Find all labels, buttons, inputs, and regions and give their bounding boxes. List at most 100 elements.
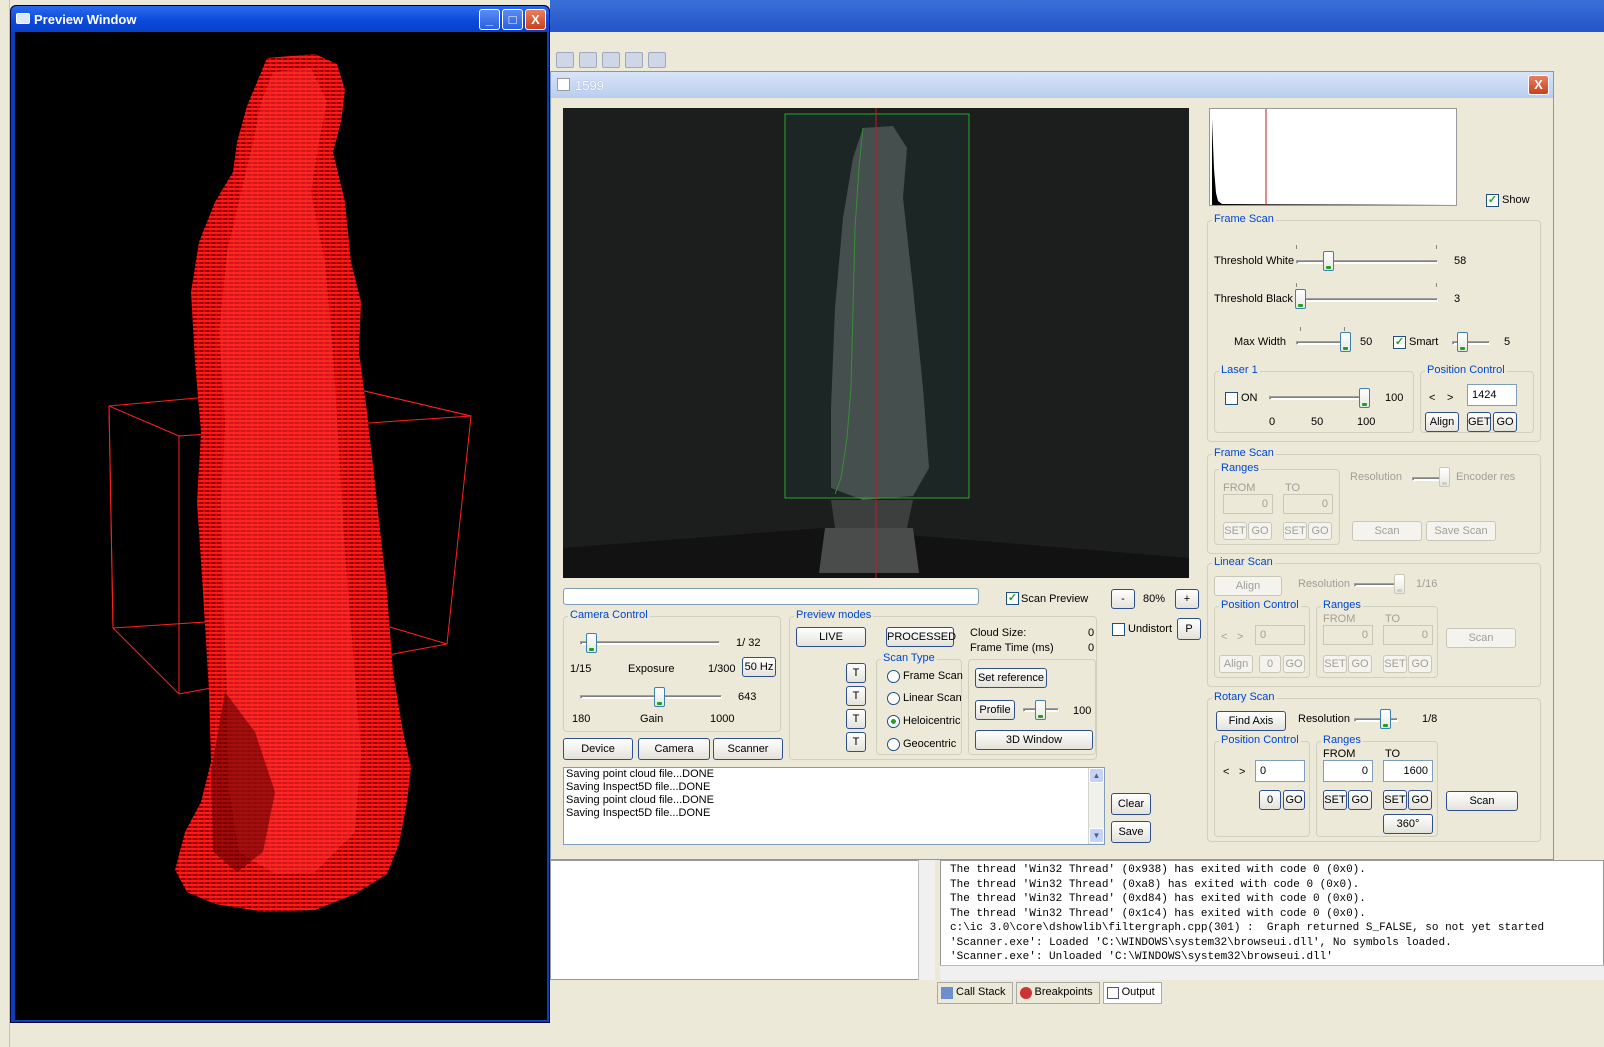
t-button[interactable]: T	[846, 709, 866, 729]
linear-scan-radio[interactable]	[887, 692, 900, 705]
linear-position-input[interactable]	[1255, 625, 1305, 645]
align-button[interactable]: Align	[1425, 412, 1459, 432]
device-button[interactable]: Device	[563, 738, 633, 760]
rotary-pos-go-button[interactable]: GO	[1283, 790, 1305, 810]
to-set-button[interactable]: SET	[1283, 522, 1307, 540]
frame-scan-radio[interactable]	[887, 670, 900, 683]
show-checkbox[interactable]: ✓	[1486, 194, 1499, 207]
linear-from-set-button[interactable]: SET	[1323, 655, 1347, 673]
rotary-to-input[interactable]	[1383, 760, 1433, 782]
processed-button[interactable]: PROCESSED	[886, 627, 956, 647]
save-button[interactable]: Save	[1111, 821, 1151, 843]
linear-to-input[interactable]	[1383, 625, 1433, 645]
rotary-prev[interactable]: <	[1223, 766, 1229, 778]
tab-call-stack[interactable]: Call Stack	[937, 982, 1013, 1004]
position-prev[interactable]: <	[1429, 392, 1435, 404]
clear-button[interactable]: Clear	[1111, 793, 1151, 815]
threshold-black-slider[interactable]	[1295, 289, 1306, 309]
log-area[interactable]: Saving point cloud file...DONE Saving In…	[563, 767, 1105, 845]
resolution-slider[interactable]	[1439, 467, 1450, 487]
linear-pos-go-button[interactable]: GO	[1283, 655, 1305, 673]
toolbar-icon[interactable]	[648, 52, 666, 68]
rotary-pos-zero-button[interactable]: 0	[1259, 790, 1281, 810]
linear-next[interactable]: >	[1237, 631, 1243, 643]
toolbar-icon[interactable]	[602, 52, 620, 68]
camera-view[interactable]	[563, 108, 1189, 578]
rotary-from-set-button[interactable]: SET	[1323, 790, 1347, 810]
scan-preview-checkbox[interactable]: ✓	[1006, 592, 1019, 605]
camera-button[interactable]: Camera	[638, 738, 710, 760]
linear-resolution-slider[interactable]	[1394, 574, 1405, 594]
point-cloud-view[interactable]	[15, 32, 547, 1020]
to-input[interactable]	[1283, 494, 1333, 514]
rotary-to-set-button[interactable]: SET	[1383, 790, 1407, 810]
smart-slider[interactable]	[1457, 332, 1468, 352]
minimize-button[interactable]: _	[479, 9, 500, 30]
go-button[interactable]: GO	[1493, 412, 1517, 432]
hz-button[interactable]: 50 Hz	[742, 657, 776, 677]
t-button[interactable]: T	[846, 663, 866, 683]
toolbar-icon[interactable]	[556, 52, 574, 68]
p-button[interactable]: P	[1177, 618, 1201, 640]
scroll-up-icon[interactable]: ▲	[1089, 768, 1104, 783]
rotary-from-input[interactable]	[1323, 760, 1373, 782]
from-input[interactable]	[1223, 494, 1273, 514]
t-button[interactable]: T	[846, 686, 866, 706]
get-button[interactable]: GET	[1467, 412, 1491, 432]
linear-pos-zero-button[interactable]: 0	[1259, 655, 1281, 673]
zoom-out-button[interactable]: -	[1111, 589, 1135, 609]
linear-prev[interactable]: <	[1221, 631, 1227, 643]
heloicentric-radio[interactable]	[887, 715, 900, 728]
linear-to-go-button[interactable]: GO	[1408, 655, 1432, 673]
zoom-in-button[interactable]: +	[1175, 589, 1199, 609]
set-reference-button[interactable]: Set reference	[975, 668, 1047, 688]
smart-checkbox[interactable]: ✓	[1393, 336, 1406, 349]
ide-scrollbar[interactable]	[918, 860, 935, 980]
undistort-checkbox[interactable]	[1112, 623, 1125, 636]
linear-from-go-button[interactable]: GO	[1348, 655, 1372, 673]
linear-to-set-button[interactable]: SET	[1383, 655, 1407, 673]
ide-hscrollbar[interactable]	[940, 965, 1604, 980]
position-next[interactable]: >	[1447, 392, 1453, 404]
geocentric-radio[interactable]	[887, 738, 900, 751]
to-go-button[interactable]: GO	[1308, 522, 1332, 540]
max-width-slider[interactable]	[1340, 332, 1351, 352]
profile-button[interactable]: Profile	[975, 700, 1015, 720]
rotary-scan-button[interactable]: Scan	[1446, 791, 1518, 811]
rotary-360-button[interactable]: 360°	[1383, 814, 1433, 834]
3d-window-button[interactable]: 3D Window	[975, 730, 1093, 750]
scanner-button[interactable]: Scanner	[713, 738, 783, 760]
close-button[interactable]: X	[525, 9, 546, 30]
from-go-button[interactable]: GO	[1248, 522, 1272, 540]
rotary-position-input[interactable]	[1255, 760, 1305, 782]
gain-slider[interactable]	[654, 687, 665, 707]
profile-slider[interactable]	[1035, 700, 1046, 720]
linear-scan-button[interactable]: Scan	[1446, 628, 1516, 648]
preview-title-bar[interactable]: Preview Window _ □ X	[11, 6, 549, 32]
toolbar-icon[interactable]	[625, 52, 643, 68]
laser-on-checkbox[interactable]	[1225, 392, 1238, 405]
tab-output[interactable]: Output	[1102, 982, 1162, 1004]
exposure-slider[interactable]	[586, 633, 597, 653]
rotary-resolution-slider[interactable]	[1380, 709, 1391, 729]
linear-from-input[interactable]	[1323, 625, 1373, 645]
save-scan-button[interactable]: Save Scan	[1426, 521, 1496, 541]
maximize-button[interactable]: □	[502, 9, 523, 30]
log-scrollbar[interactable]: ▲ ▼	[1088, 768, 1104, 844]
scan-button[interactable]: Scan	[1352, 521, 1422, 541]
position-input[interactable]	[1467, 384, 1517, 406]
rotary-next[interactable]: >	[1239, 766, 1245, 778]
tab-breakpoints[interactable]: Breakpoints	[1015, 982, 1100, 1004]
live-button[interactable]: LIVE	[796, 627, 866, 647]
from-set-button[interactable]: SET	[1223, 522, 1247, 540]
t-button[interactable]: T	[846, 732, 866, 752]
rotary-to-go-button[interactable]: GO	[1408, 790, 1432, 810]
rotary-from-go-button[interactable]: GO	[1348, 790, 1372, 810]
toolbar-icon[interactable]	[579, 52, 597, 68]
laser-slider[interactable]	[1359, 388, 1370, 408]
find-axis-button[interactable]: Find Axis	[1216, 711, 1286, 731]
linear-align-button[interactable]: Align	[1214, 576, 1282, 596]
threshold-white-slider[interactable]	[1323, 251, 1334, 271]
close-button[interactable]: X	[1528, 75, 1549, 95]
scroll-down-icon[interactable]: ▼	[1089, 828, 1104, 843]
